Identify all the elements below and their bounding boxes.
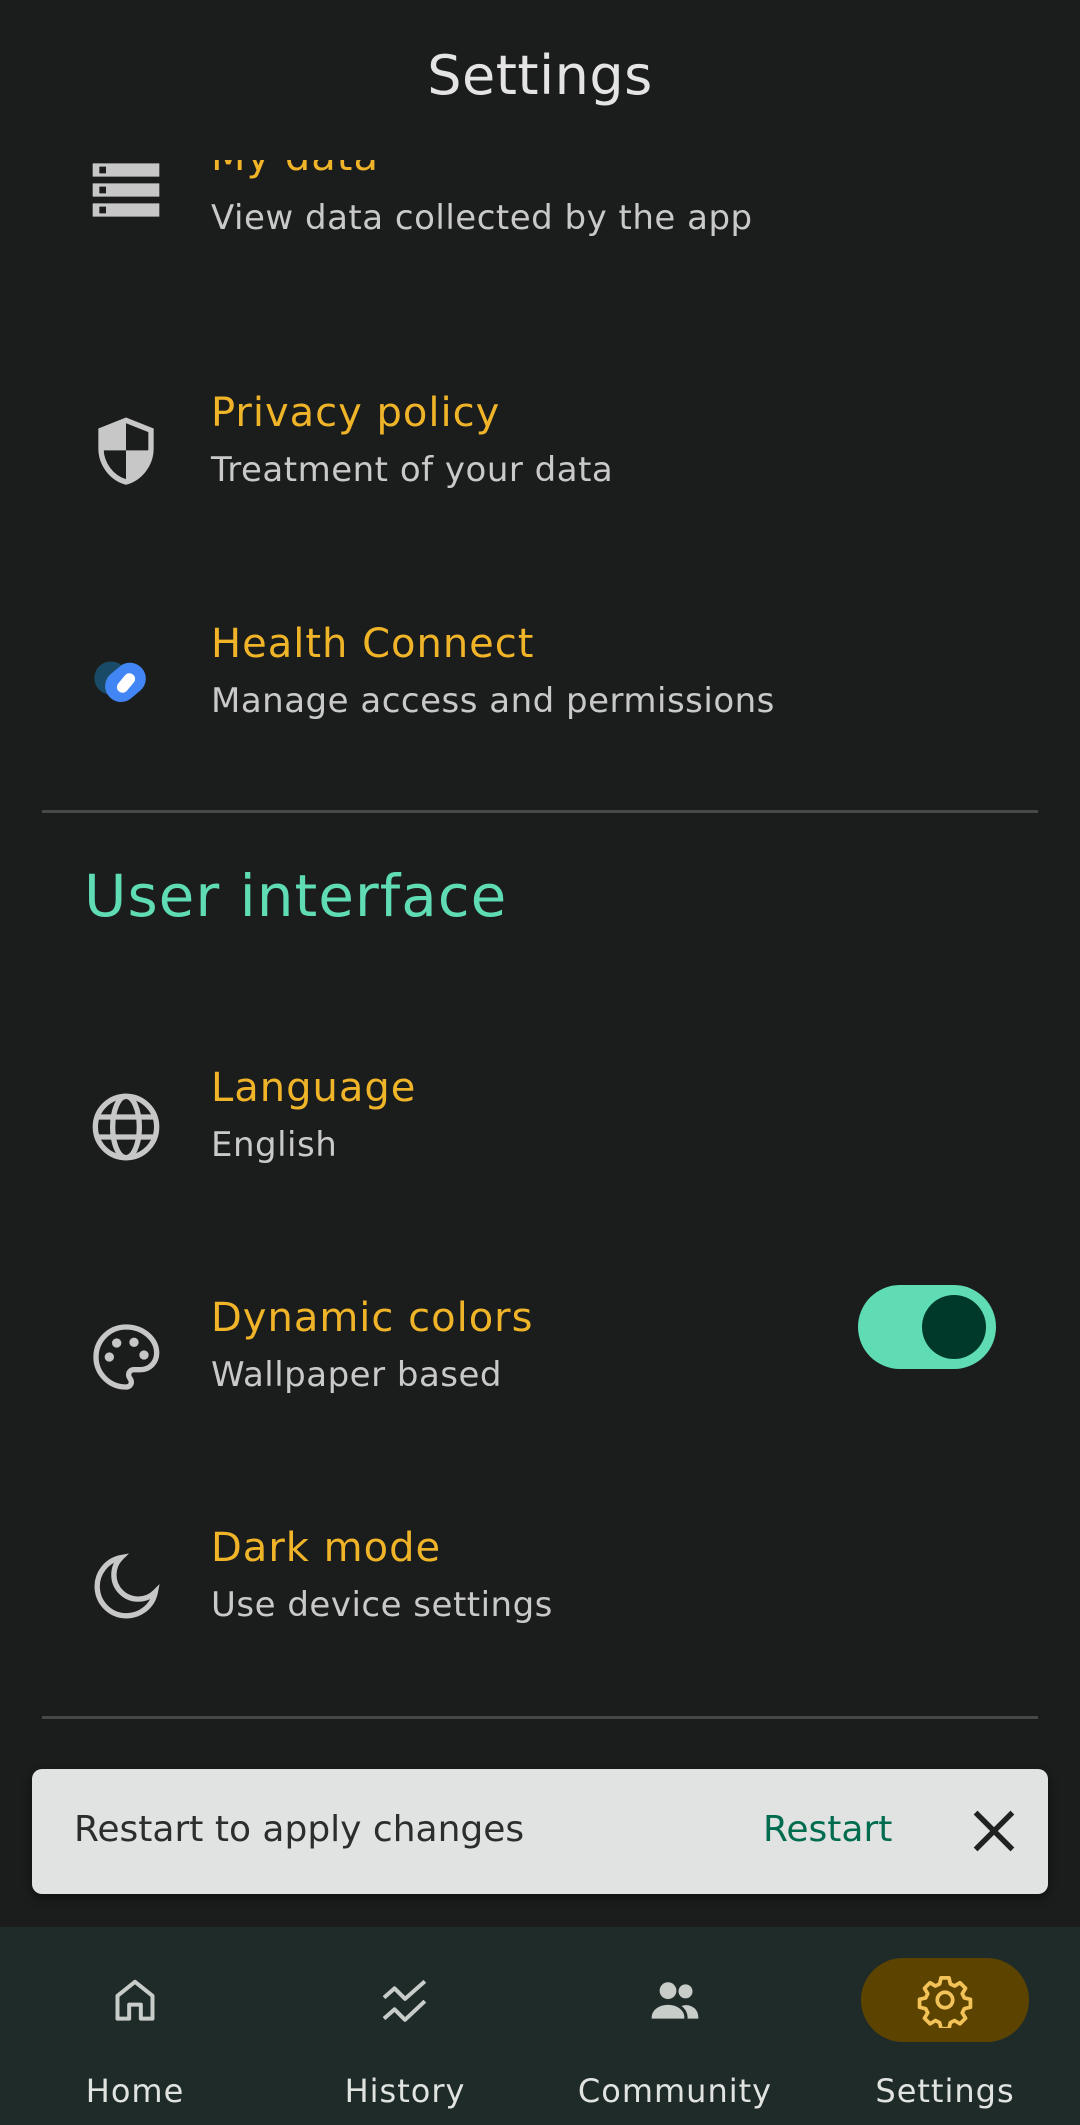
- nav-item-history[interactable]: History: [270, 1927, 540, 2125]
- nav-label: Settings: [875, 2072, 1015, 2110]
- nav-indicator-active: [861, 1958, 1029, 2042]
- settings-item-dark-mode[interactable]: Dark mode Use device settings: [0, 1507, 1080, 1667]
- item-title: Dynamic colors: [211, 1295, 534, 1341]
- settings-item-my-data[interactable]: My data View data collected by the app: [0, 134, 1080, 300]
- nav-item-home[interactable]: Home: [0, 1927, 270, 2125]
- restart-button[interactable]: Restart: [763, 1809, 892, 1850]
- item-title: Health Connect: [211, 621, 535, 667]
- shield-icon: [86, 412, 166, 492]
- toggle-knob: [922, 1295, 986, 1359]
- bottom-navigation: Home History Community Settings: [0, 1927, 1080, 2125]
- close-icon[interactable]: [960, 1797, 1028, 1865]
- nav-item-community[interactable]: Community: [540, 1927, 810, 2125]
- nav-indicator: [591, 1958, 759, 2042]
- item-subtitle: Manage access and permissions: [211, 681, 775, 721]
- nav-label: Home: [85, 2072, 185, 2110]
- moon-icon: [86, 1547, 166, 1627]
- home-icon: [115, 1979, 155, 2021]
- history-icon: [382, 1979, 427, 2022]
- nav-indicator: [51, 1958, 219, 2042]
- nav-label: Community: [577, 2072, 773, 2110]
- nav-indicator: [321, 1958, 489, 2042]
- item-subtitle: English: [211, 1125, 338, 1165]
- item-title: Privacy policy: [211, 390, 501, 436]
- section-divider: [42, 810, 1038, 813]
- snackbar-message: Restart to apply changes: [74, 1809, 525, 1850]
- item-subtitle: Wallpaper based: [211, 1355, 503, 1395]
- nav-label: History: [344, 2072, 466, 2110]
- palette-icon: [86, 1317, 166, 1397]
- item-subtitle: Use device settings: [211, 1585, 553, 1625]
- storage-icon: [86, 150, 166, 230]
- restart-snackbar: Restart to apply changes Restart: [32, 1769, 1048, 1894]
- item-title: Dark mode: [211, 1525, 442, 1571]
- dynamic-colors-toggle[interactable]: [858, 1285, 996, 1369]
- page-title: Settings: [427, 44, 653, 107]
- item-subtitle: Treatment of your data: [211, 450, 614, 490]
- gear-icon: [917, 1975, 973, 2028]
- community-icon: [651, 1982, 699, 2019]
- item-title: Language: [211, 1065, 417, 1111]
- settings-item-language[interactable]: Language English: [0, 1047, 1080, 1207]
- section-header-user-interface: User interface: [84, 862, 508, 930]
- settings-item-health-connect[interactable]: Health Connect Manage access and permiss…: [0, 603, 1080, 763]
- item-subtitle: View data collected by the app: [211, 198, 753, 238]
- settings-item-privacy-policy[interactable]: Privacy policy Treatment of your data: [0, 372, 1080, 532]
- top-app-bar: Settings: [0, 0, 1080, 160]
- nav-item-settings[interactable]: Settings: [810, 1927, 1080, 2125]
- health-connect-icon: [86, 643, 166, 723]
- settings-list[interactable]: My data View data collected by the app P…: [0, 0, 1080, 1930]
- section-divider: [42, 1716, 1038, 1719]
- globe-icon: [86, 1087, 166, 1167]
